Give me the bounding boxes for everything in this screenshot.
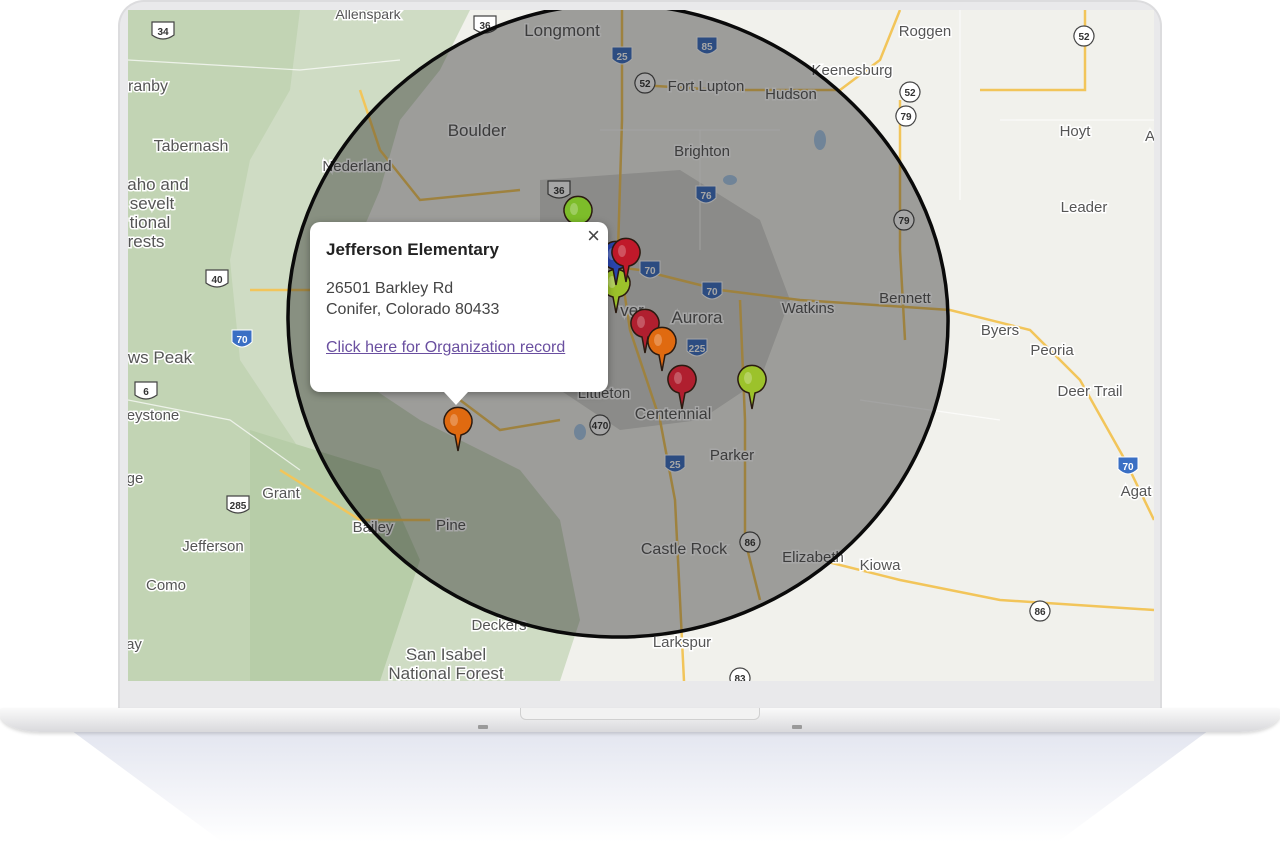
highway-number: 6 xyxy=(143,387,149,398)
town-label: Larkspur xyxy=(653,634,711,651)
marker-highlight xyxy=(570,203,578,215)
popup-address-line2: Conifer, Colorado 80433 xyxy=(326,301,500,318)
highway-shield: 34 xyxy=(151,21,175,40)
highway-number: 34 xyxy=(157,27,169,38)
town-label: ay xyxy=(128,636,142,653)
town-label: Hoyt xyxy=(1060,123,1092,140)
town-label: aho and xyxy=(128,175,189,194)
town-label: ws Peak xyxy=(128,348,193,367)
marker-highlight xyxy=(674,372,682,384)
town-label: Agat xyxy=(1121,483,1153,500)
popup-title: Jefferson Elementary xyxy=(326,240,499,259)
laptop-foot xyxy=(792,725,802,729)
town-label: Byers xyxy=(981,322,1019,339)
highway-shield: 52 xyxy=(899,81,921,103)
town-label: Grant xyxy=(262,485,300,502)
highway-number: 86 xyxy=(1034,607,1046,618)
laptop-shadow xyxy=(60,722,1220,842)
highway-shield: 285 xyxy=(226,495,250,514)
town-label: Deer Trail xyxy=(1057,383,1122,400)
map-canvas[interactable]: AllensparkLongmontRoggenFort LuptonKeene… xyxy=(128,10,1154,681)
marker-highlight xyxy=(637,316,645,328)
popup-address-line1: 26501 Barkley Rd xyxy=(326,280,454,297)
highway-number: 70 xyxy=(1122,462,1134,473)
town-label: rests xyxy=(128,232,164,251)
organization-record-link[interactable]: Click here for Organization record xyxy=(326,339,565,357)
highway-shield: 86 xyxy=(1029,600,1051,622)
town-label: Tabernash xyxy=(154,138,229,155)
town-label: Kiowa xyxy=(860,557,902,574)
marker-highlight xyxy=(450,414,458,426)
highway-number: 52 xyxy=(1078,32,1090,43)
highway-shield: 79 xyxy=(895,105,917,127)
highway-shield: 52 xyxy=(1073,25,1095,47)
town-label: Como xyxy=(146,577,186,594)
town-label: Allenspark xyxy=(335,10,401,22)
town-label: Roggen xyxy=(899,23,952,40)
map-view[interactable]: AllensparkLongmontRoggenFort LuptonKeene… xyxy=(128,10,1154,681)
laptop-foot xyxy=(478,725,488,729)
highway-number: 285 xyxy=(230,501,247,512)
info-window: × Jefferson Elementary 26501 Barkley Rd … xyxy=(310,222,608,405)
town-label: tional xyxy=(130,213,171,232)
highway-shield: 6 xyxy=(134,381,158,400)
highway-shield: 40 xyxy=(205,269,229,288)
town-label: eystone xyxy=(128,407,179,424)
marker-highlight xyxy=(618,245,626,257)
marker-highlight xyxy=(744,372,752,384)
highway-shield: 70 xyxy=(231,329,253,348)
highway-number: 40 xyxy=(211,275,223,286)
close-icon[interactable]: × xyxy=(587,224,600,248)
town-label: ge xyxy=(128,470,143,487)
town-label: A xyxy=(1145,128,1154,145)
town-label: Peoria xyxy=(1030,342,1074,359)
town-label: National Forest xyxy=(388,664,504,681)
highway-number: 52 xyxy=(904,88,916,99)
highway-shield: 83 xyxy=(729,667,751,681)
highway-number: 70 xyxy=(236,335,248,346)
town-label: Leader xyxy=(1061,199,1108,216)
laptop-notch xyxy=(520,708,760,720)
highway-shield: 70 xyxy=(1117,456,1139,475)
town-label: ranby xyxy=(128,78,168,95)
highway-number: 83 xyxy=(734,674,746,681)
town-label: sevelt xyxy=(130,194,175,213)
town-label: Jefferson xyxy=(182,538,243,555)
marker-highlight xyxy=(654,334,662,346)
town-label: San Isabel xyxy=(406,645,486,664)
highway-number: 79 xyxy=(900,112,912,123)
